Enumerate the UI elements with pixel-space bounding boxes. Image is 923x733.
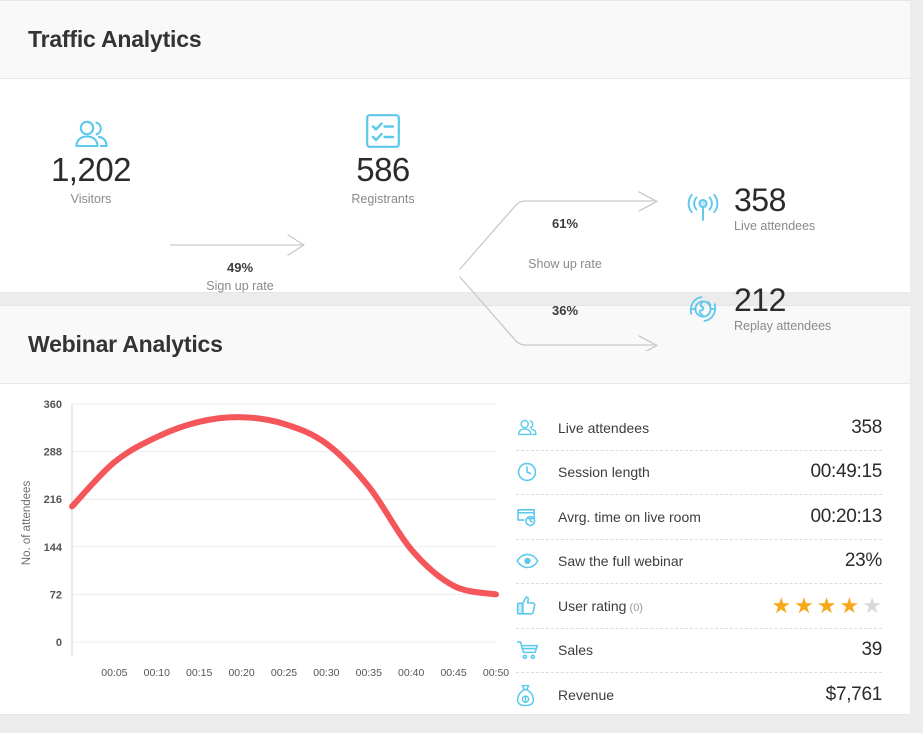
signup-rate-caption: Sign up rate — [206, 279, 274, 293]
star-icon[interactable]: ★ — [840, 594, 860, 617]
live-attendees-value: 358 — [734, 182, 786, 218]
x-tick-label: 00:40 — [398, 667, 424, 679]
cart-icon — [516, 640, 558, 660]
metric-row: Live attendees 358 — [516, 406, 882, 451]
x-tick-label: 00:50 — [483, 667, 509, 679]
users-icon — [28, 106, 154, 150]
registrants-label: Registrants — [351, 192, 415, 206]
visitors-value: 1,202 — [50, 151, 132, 188]
users-icon — [516, 418, 558, 437]
metric-row: Sales 39 — [516, 629, 882, 673]
signup-rate-block: 49% Sign up rate — [172, 259, 308, 295]
y-tick-label: 288 — [44, 447, 62, 459]
x-tick-label: 00:10 — [144, 667, 170, 679]
money-bag-icon — [516, 684, 558, 707]
metric-label: Avrg. time on live room — [558, 508, 701, 525]
rating-stars[interactable]: ★ ★ ★ ★ ★ — [771, 594, 882, 617]
stat-visitors: 1,202 Visitors — [28, 106, 154, 208]
webinar-metrics-list: Live attendees 358 Session length 00:49:15 A… — [510, 392, 910, 714]
y-tick-label: 0 — [56, 637, 62, 649]
traffic-analytics-card: Traffic Analytics 1,202 Visitors 49% Sig… — [0, 0, 910, 351]
y-tick-label: 360 — [44, 399, 62, 411]
metric-row: User rating (0) ★ ★ ★ ★ ★ — [516, 584, 882, 629]
metric-label: Session length — [558, 464, 650, 481]
y-tick-label: 144 — [44, 542, 63, 554]
replay-attendees-value: 212 — [734, 282, 786, 318]
metric-label: Saw the full webinar — [558, 553, 684, 570]
y-tick-label: 216 — [44, 494, 62, 506]
star-icon[interactable]: ★ — [771, 594, 791, 617]
metric-sublabel: (0) — [626, 601, 643, 614]
star-icon[interactable]: ★ — [794, 594, 814, 617]
analytics-page: Traffic Analytics 1,202 Visitors 49% Sig… — [0, 0, 923, 733]
metric-row: Saw the full webinar 23% — [516, 540, 882, 584]
x-tick-label: 00:20 — [228, 667, 254, 679]
metric-value: 00:20:13 — [810, 505, 882, 527]
metric-value: 39 — [861, 639, 882, 661]
x-tick-label: 00:05 — [101, 667, 127, 679]
replay-attendees-label: Replay attendees — [734, 319, 832, 333]
metric-row: Session length 00:49:15 — [516, 451, 882, 495]
star-icon[interactable]: ★ — [862, 594, 882, 617]
metric-value: 358 — [851, 416, 882, 438]
visitors-label: Visitors — [70, 192, 112, 206]
metric-row: Revenue $7,761 — [516, 673, 882, 718]
eye-icon — [516, 553, 558, 569]
checklist-icon — [320, 106, 446, 150]
webinar-title: Webinar Analytics — [28, 331, 223, 357]
broadcast-icon — [686, 193, 720, 224]
screen-time-icon — [516, 506, 558, 527]
webinar-analytics-card: Webinar Analytics 0 72 144 216 288 360 00:05 00… — [0, 305, 910, 715]
metric-label: Live attendees — [558, 419, 650, 436]
showup-branch-arrows-icon — [458, 191, 668, 351]
showup-top-pct: 61% — [551, 216, 579, 231]
metric-label: User rating (0) — [558, 597, 643, 614]
registrants-value: 586 — [356, 151, 410, 188]
stat-replay-attendees: 212 Replay attendees — [686, 282, 831, 335]
metric-label: Revenue — [558, 687, 615, 704]
clock-icon — [516, 461, 558, 483]
signup-rate-pct: 49% — [226, 260, 254, 275]
signup-arrow-icon — [170, 234, 310, 256]
traffic-card-header: Traffic Analytics — [0, 1, 910, 79]
stat-registrants: 586 Registrants — [320, 106, 446, 208]
metric-row: Avrg. time on live room 00:20:13 — [516, 495, 882, 540]
thumbs-up-icon — [516, 595, 558, 616]
page-title: Traffic Analytics — [28, 26, 202, 52]
y-tick-label: 72 — [50, 589, 62, 601]
y-axis-label: No. of attendees — [21, 481, 33, 566]
webinar-body: 0 72 144 216 288 360 00:05 00:10 00:15 00:20 00:25… — [0, 384, 910, 714]
metric-value: 00:49:15 — [810, 461, 882, 483]
x-tick-label: 00:45 — [440, 667, 466, 679]
x-tick-label: 00:15 — [186, 667, 212, 679]
metric-value: 23% — [844, 550, 882, 572]
traffic-funnel: 1,202 Visitors 49% Sign up rate 586 Regi… — [0, 79, 910, 351]
stat-live-attendees: 358 Live attendees — [686, 182, 815, 235]
showup-rate-caption: Show up rate — [528, 257, 602, 271]
metric-label: Sales — [558, 642, 594, 659]
attendees-chart: 0 72 144 216 288 360 00:05 00:10 00:15 00:20 00:25… — [0, 392, 510, 714]
replay-globe-icon — [686, 292, 720, 326]
star-icon[interactable]: ★ — [817, 594, 837, 617]
live-attendees-label: Live attendees — [734, 219, 816, 233]
attendees-line-series — [69, 414, 499, 598]
x-tick-label: 00:25 — [271, 667, 297, 679]
x-tick-label: 00:35 — [356, 667, 382, 679]
showup-bottom-pct: 36% — [551, 303, 579, 318]
x-tick-label: 00:30 — [313, 667, 339, 679]
metric-value: $7,761 — [825, 684, 883, 706]
